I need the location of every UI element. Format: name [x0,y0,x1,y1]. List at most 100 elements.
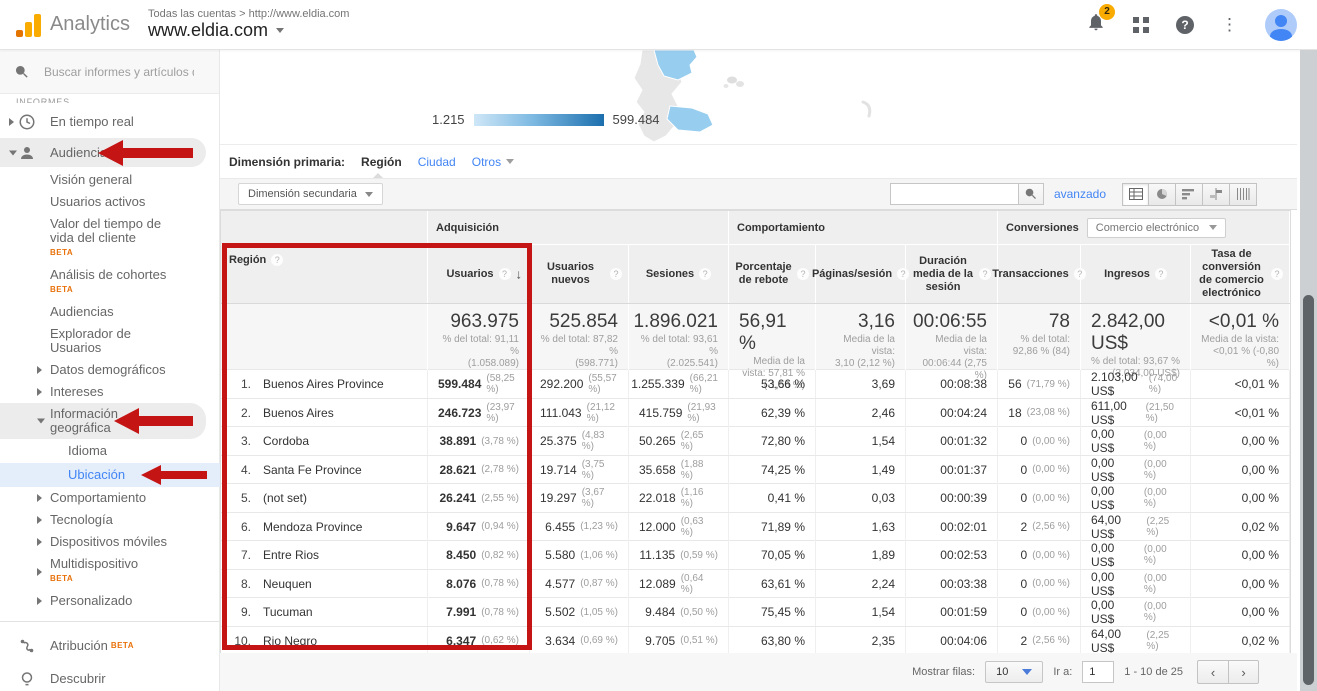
cell-percent: (0,82 %) [481,550,519,561]
apps-grid-icon[interactable] [1133,17,1149,33]
sidebar-item-visi-n-general[interactable]: Visión general [0,169,219,191]
column-header-pages[interactable]: Páginas/sesión [816,245,906,303]
conversions-type-select[interactable]: Comercio electrónico [1087,218,1226,238]
region-link[interactable]: Rio Negro [263,634,317,648]
previous-page-button[interactable]: ‹ [1197,660,1228,684]
help-tooltip-icon[interactable] [1155,268,1167,280]
help-tooltip-icon[interactable] [271,254,283,266]
region-link[interactable]: Santa Fe Province [263,463,362,477]
sidebar-item-atribuci-n[interactable]: AtribuciónBETA [0,630,219,661]
sidebar-item-idioma[interactable]: Idioma [0,439,219,463]
cell-value: 0,00 US$ [1091,427,1139,455]
chevron-right-icon[interactable] [37,388,42,396]
next-page-button[interactable]: › [1228,660,1259,684]
chevron-down-icon[interactable] [37,419,45,424]
search-input[interactable] [44,65,194,79]
sidebar-item-personalizado[interactable]: Personalizado [0,590,219,612]
table-search-input[interactable] [890,183,1018,205]
sidebar-item-label: Valor del tiempo de vida del clienteBETA [50,217,168,260]
column-header-users[interactable]: Usuarios [428,245,530,303]
account-selector[interactable]: www.eldia.com [148,20,349,41]
dimension-option-regi-n[interactable]: Región [361,155,402,169]
help-icon[interactable]: ? [1176,16,1194,34]
cell-value: 2,46 [872,406,895,420]
scrollbar-thumb[interactable] [1303,295,1314,685]
sidebar-item-multidispositivo[interactable]: MultidispositivoBETA [0,553,219,590]
chevron-right-icon[interactable] [37,538,42,546]
region-link[interactable]: Cordoba [263,434,309,448]
map-patagonia[interactable] [620,50,910,145]
breadcrumb[interactable]: Todas las cuentas > http://www.eldia.com [148,8,349,20]
region-link[interactable]: Entre Rios [263,548,319,562]
secondary-dimension-button[interactable]: Dimensión secundaria [238,183,383,205]
column-header-duration[interactable]: Duración media de la sesión [906,245,998,303]
help-tooltip-icon[interactable] [499,268,511,280]
vertical-scrollbar[interactable] [1300,50,1317,691]
sidebar-item-audiencia[interactable]: Audiencia [0,138,206,167]
sidebar-item-en-tiempo-real[interactable]: En tiempo real [0,107,219,136]
sidebar-item-intereses[interactable]: Intereses [0,381,219,403]
view-percentage-button[interactable] [1149,183,1176,206]
table-cell-bounce: 70,05 % [729,541,816,569]
region-link[interactable]: (not set) [263,491,307,505]
sidebar-item-tecnolog-a[interactable]: Tecnología [0,509,219,531]
chevron-right-icon[interactable] [37,516,42,524]
map-region-highlight-2[interactable] [667,106,713,132]
view-table-button[interactable] [1122,183,1149,206]
sidebar-item-dispositivos-m-viles[interactable]: Dispositivos móviles [0,531,219,553]
analytics-logo[interactable]: Analytics [0,13,130,37]
sidebar-item-valor-del-tiempo-de-vida-del-cliente[interactable]: Valor del tiempo de vida del clienteBETA [0,213,219,264]
view-performance-button[interactable] [1176,183,1203,206]
sidebar-item-usuarios-activos[interactable]: Usuarios activos [0,191,219,213]
group-header-empty [221,211,428,244]
sidebar-item-audiencias[interactable]: Audiencias [0,301,219,323]
help-tooltip-icon[interactable] [797,268,809,280]
region-link[interactable]: Buenos Aires Province [263,377,384,391]
table-view-icon [1129,188,1143,200]
region-link[interactable]: Neuquen [263,577,312,591]
column-header-region[interactable]: Región [221,245,428,303]
advanced-search-link[interactable]: avanzado [1054,187,1106,201]
goto-page-input[interactable] [1082,661,1114,683]
cell-percent: (0,64 %) [681,573,718,595]
sidebar-item-informaci-n-geogr-fica[interactable]: Información geográfica [0,403,206,439]
sidebar-item-descubrir[interactable]: Descubrir [0,663,219,691]
chevron-down-icon[interactable] [9,150,17,155]
sidebar-item-ubicaci-n[interactable]: Ubicación [0,463,220,487]
column-header-revenue[interactable]: Ingresos [1081,245,1191,303]
help-tooltip-icon[interactable] [979,268,991,280]
chevron-right-icon[interactable] [37,597,42,605]
help-tooltip-icon[interactable] [1271,268,1283,280]
kebab-menu-icon[interactable]: ⋮ [1221,20,1238,30]
column-header-trans[interactable]: Transacciones [998,245,1081,303]
region-link[interactable]: Tucuman [263,605,313,619]
dimension-option-otros[interactable]: Otros [472,155,514,169]
view-comparison-button[interactable] [1203,183,1230,206]
help-tooltip-icon[interactable] [699,268,711,280]
region-link[interactable]: Mendoza Province [263,520,362,534]
table-search-button[interactable] [1018,183,1044,205]
logo-bar-tall [34,14,41,37]
sidebar-item-datos-demogr-ficos[interactable]: Datos demográficos [0,359,219,381]
help-tooltip-icon[interactable] [610,268,622,280]
sidebar-item-an-lisis-de-cohortes[interactable]: Análisis de cohortesBETA [0,264,219,301]
chevron-right-icon[interactable] [9,118,14,126]
sidebar-item-explorador-de-usuarios[interactable]: Explorador de Usuarios [0,323,219,359]
chevron-right-icon[interactable] [37,494,42,502]
notifications-button[interactable]: 2 [1086,12,1106,37]
sidebar-item-comportamiento[interactable]: Comportamiento [0,487,219,509]
column-header-rate[interactable]: Tasa de conversión de comercio electróni… [1191,245,1290,303]
sort-descending-icon[interactable] [516,268,523,281]
column-header-sessions[interactable]: Sesiones [629,245,729,303]
view-pivot-button[interactable] [1230,183,1257,206]
table-cell-region: 2.Buenos Aires [221,399,428,427]
column-header-new_users[interactable]: Usuarios nuevos [530,245,629,303]
chevron-right-icon[interactable] [37,366,42,374]
dimension-option-ciudad[interactable]: Ciudad [418,155,456,169]
avatar[interactable] [1265,9,1297,41]
rows-per-page-select[interactable]: 10 [985,661,1043,683]
sidebar-search[interactable] [0,50,219,94]
chevron-right-icon[interactable] [37,568,42,576]
column-header-bounce[interactable]: Porcentaje de rebote [729,245,816,303]
region-link[interactable]: Buenos Aires [263,406,334,420]
